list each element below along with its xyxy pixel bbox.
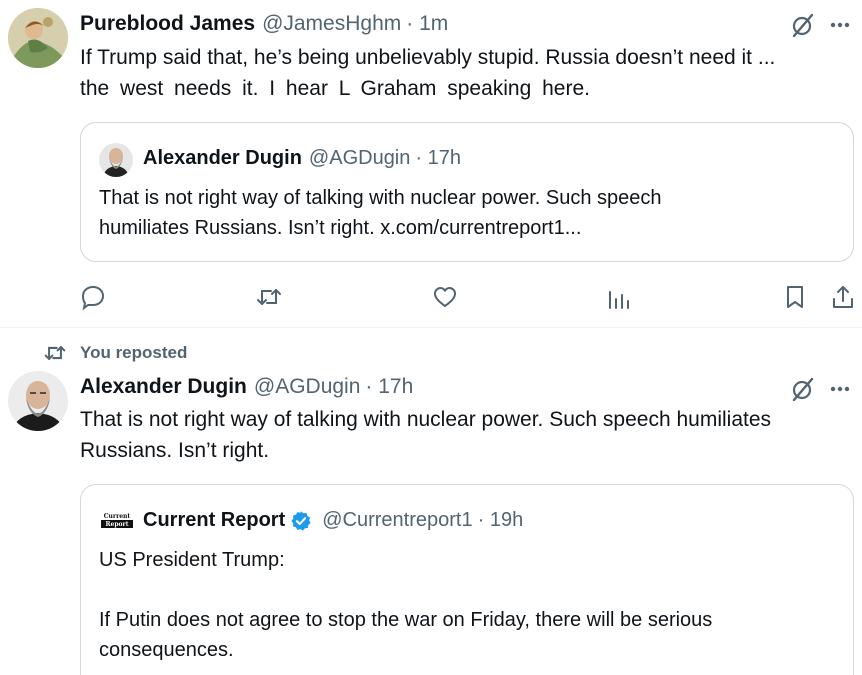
author-name[interactable]: Pureblood James: [80, 12, 255, 36]
quote-logo: Current Report: [101, 513, 133, 531]
share-icon[interactable]: [830, 284, 856, 310]
quote-text-line: That is not right way of talking with nu…: [99, 187, 662, 209]
grok-icon[interactable]: [790, 12, 816, 38]
tweet-text: That is not right way of talking with nu…: [80, 404, 771, 466]
tweet-text: If Trump said that, he’s being unbelieva…: [80, 42, 775, 104]
more-icon[interactable]: [829, 14, 851, 36]
quoted-tweet-card[interactable]: Current Report Current Report @Currentre…: [80, 484, 854, 675]
like-icon[interactable]: [432, 284, 458, 310]
tweet-header: Pureblood James @JamesHghm · 1m: [80, 12, 448, 36]
tweet-text-line: If Trump said that, he’s being unbelieva…: [80, 46, 776, 69]
quote-timestamp: · 17h: [415, 147, 461, 169]
reply-icon[interactable]: [80, 284, 106, 310]
timestamp[interactable]: · 17h: [365, 375, 413, 399]
avatar: [99, 143, 133, 177]
author-handle[interactable]: @JamesHghm: [262, 12, 401, 36]
quote-text-line: US President Trump:: [99, 549, 285, 571]
quote-author-name: Alexander Dugin: [143, 147, 302, 169]
quote-header: Current Report @Currentreport1 · 19h: [143, 509, 523, 532]
quote-text-line: consequences.: [99, 639, 234, 661]
tweet-divider: [0, 327, 862, 328]
quote-text: US President Trump: If Putin does not ag…: [99, 545, 712, 665]
repost-label[interactable]: You reposted: [80, 343, 187, 363]
quote-text-line: humiliates Russians. Isn’t right. x.com/…: [99, 217, 582, 239]
tweet-text-line: That is not right way of talking with nu…: [80, 408, 772, 431]
quote-text-line: If Putin does not agree to stop the war …: [99, 609, 713, 631]
quoted-tweet-card[interactable]: Alexander Dugin @AGDugin · 17h That is n…: [80, 122, 854, 262]
quote-author-handle: @Currentreport1: [322, 509, 473, 531]
avatar[interactable]: [8, 371, 68, 431]
repost-icon: [44, 346, 66, 360]
author-name[interactable]: Alexander Dugin: [80, 375, 247, 399]
tweet-text-line: Russians. Isn’t right.: [80, 439, 270, 462]
author-handle[interactable]: @AGDugin: [254, 375, 361, 399]
repost-icon[interactable]: [256, 284, 282, 310]
quote-timestamp: · 19h: [477, 509, 524, 531]
tweet-header: Alexander Dugin @AGDugin · 17h: [80, 375, 413, 399]
verified-badge-icon: [291, 510, 311, 531]
quote-author-handle: @AGDugin: [308, 147, 411, 169]
views-icon[interactable]: [606, 286, 632, 312]
grok-icon[interactable]: [790, 376, 816, 402]
avatar[interactable]: [8, 8, 68, 68]
more-icon[interactable]: [829, 378, 851, 400]
quote-text: That is not right way of talking with nu…: [99, 183, 662, 243]
quote-author-name: Current Report: [143, 509, 286, 531]
quote-header: Alexander Dugin @AGDugin · 17h: [143, 147, 461, 170]
tweet-text-line: the west needs it. I hear L Graham speak…: [80, 77, 590, 100]
timestamp[interactable]: · 1m: [406, 12, 448, 36]
bookmark-icon[interactable]: [782, 284, 808, 310]
